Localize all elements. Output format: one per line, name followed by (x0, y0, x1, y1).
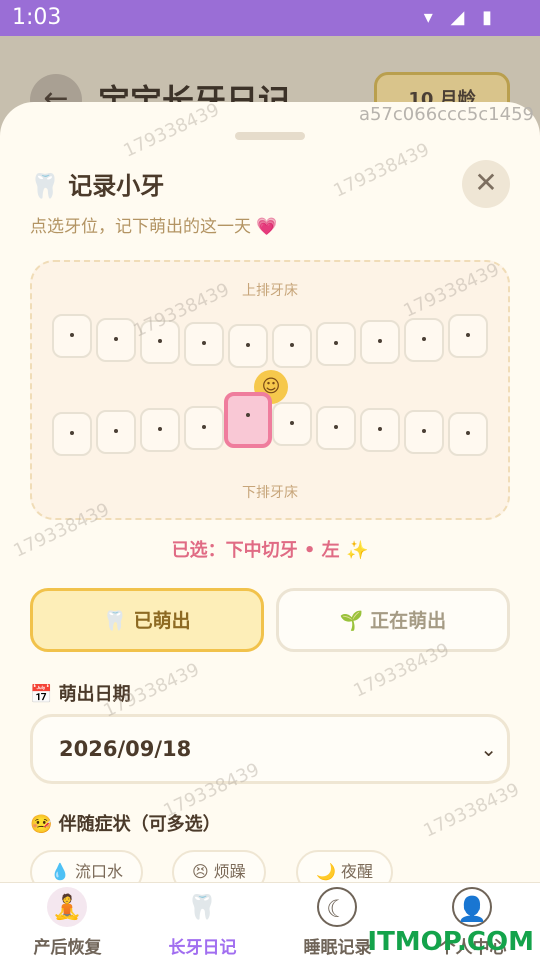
selected-tooth-text: 已选：下中切牙 • 左 ✨ (171, 540, 369, 561)
date-select[interactable]: 2026/09/18 ⌄ (30, 714, 510, 784)
status-bar: 1:03 ▾ ◢ ▮ (0, 0, 540, 36)
user-icon: 👤 (452, 887, 492, 927)
erupted-button[interactable]: 🦷 已萌出 (30, 588, 264, 652)
status-time: 1:03 (12, 5, 62, 30)
symptom-chip-label: 💧 流口水 (50, 862, 124, 881)
nav-label: 长牙日记 (168, 938, 237, 958)
symptom-chip-drool[interactable]: 💧 流口水 (30, 850, 144, 882)
symptom-chip-nightwake[interactable]: 🌙 夜醒 (296, 850, 394, 882)
sheet-subtitle: 点选牙位，记下萌出的这一天 💗 (30, 217, 278, 237)
sheet-handle[interactable] (235, 132, 305, 140)
erupting-button[interactable]: 🌱 正在萌出 (276, 588, 510, 652)
mother-icon: 🧘 (47, 887, 87, 927)
status-icons: ▾ ◢ ▮ (423, 7, 498, 28)
erupted-button-label: 🦷 已萌出 (103, 610, 191, 632)
symptom-chip-label: 😣 烦躁 (192, 862, 246, 881)
record-tooth-sheet: 🦷 记录小牙 ✕ 点选牙位，记下萌出的这一天 💗 上排牙床 ☺ 下排牙床 已选：… (0, 102, 540, 882)
symptom-chip-fussy[interactable]: 😣 烦躁 (172, 850, 266, 882)
erupting-button-label: 🌱 正在萌出 (339, 610, 447, 632)
upper-gum-label: 上排牙床 (242, 283, 298, 299)
symptom-chip-label: 🌙 夜醒 (316, 862, 374, 881)
symptoms-label: 🤒 伴随症状（可多选） (30, 814, 221, 835)
chevron-down-icon: ⌄ (480, 737, 497, 761)
lower-tooth[interactable] (360, 408, 400, 452)
upper-tooth[interactable] (96, 318, 136, 362)
upper-tooth[interactable] (272, 324, 312, 368)
upper-tooth[interactable] (52, 314, 92, 358)
nav-item-teething[interactable]: 🦷 长牙日记 (135, 883, 270, 961)
lower-tooth[interactable] (272, 402, 312, 446)
lower-tooth[interactable] (184, 406, 224, 450)
site-watermark: ITMOP.COM (367, 927, 534, 957)
upper-tooth[interactable] (316, 322, 356, 366)
upper-tooth[interactable] (360, 320, 400, 364)
lower-tooth[interactable] (140, 408, 180, 452)
upper-tooth[interactable] (448, 314, 488, 358)
bottom-nav: 🧘 产后恢复 🦷 长牙日记 ☾ 睡眠记录 👤 个人中心 ITMOP.COM (0, 882, 540, 961)
lower-tooth[interactable] (404, 410, 444, 454)
nav-item-postpartum[interactable]: 🧘 产后恢复 (0, 883, 135, 961)
upper-tooth[interactable] (228, 324, 268, 368)
close-button[interactable]: ✕ (462, 160, 510, 208)
lower-tooth[interactable] (52, 412, 92, 456)
upper-tooth[interactable] (140, 320, 180, 364)
sheet-title: 🦷 记录小牙 (30, 172, 165, 200)
upper-tooth[interactable] (184, 322, 224, 366)
date-label: 📅 萌出日期 (30, 684, 131, 705)
lower-tooth-selected[interactable] (224, 392, 272, 448)
watermark: a57c066ccc5c1459 (358, 104, 534, 125)
lower-tooth[interactable] (316, 406, 356, 450)
lower-tooth[interactable] (448, 412, 488, 456)
lower-gum-label: 下排牙床 (242, 485, 298, 501)
moon-icon: ☾ (317, 887, 357, 927)
tooth-icon: 🦷 (187, 893, 217, 921)
upper-tooth[interactable] (404, 318, 444, 362)
date-value: 2026/09/18 (59, 737, 192, 761)
tooth-chart: 上排牙床 ☺ 下排牙床 (30, 260, 510, 520)
nav-label: 产后恢复 (33, 938, 102, 958)
lower-tooth[interactable] (96, 410, 136, 454)
